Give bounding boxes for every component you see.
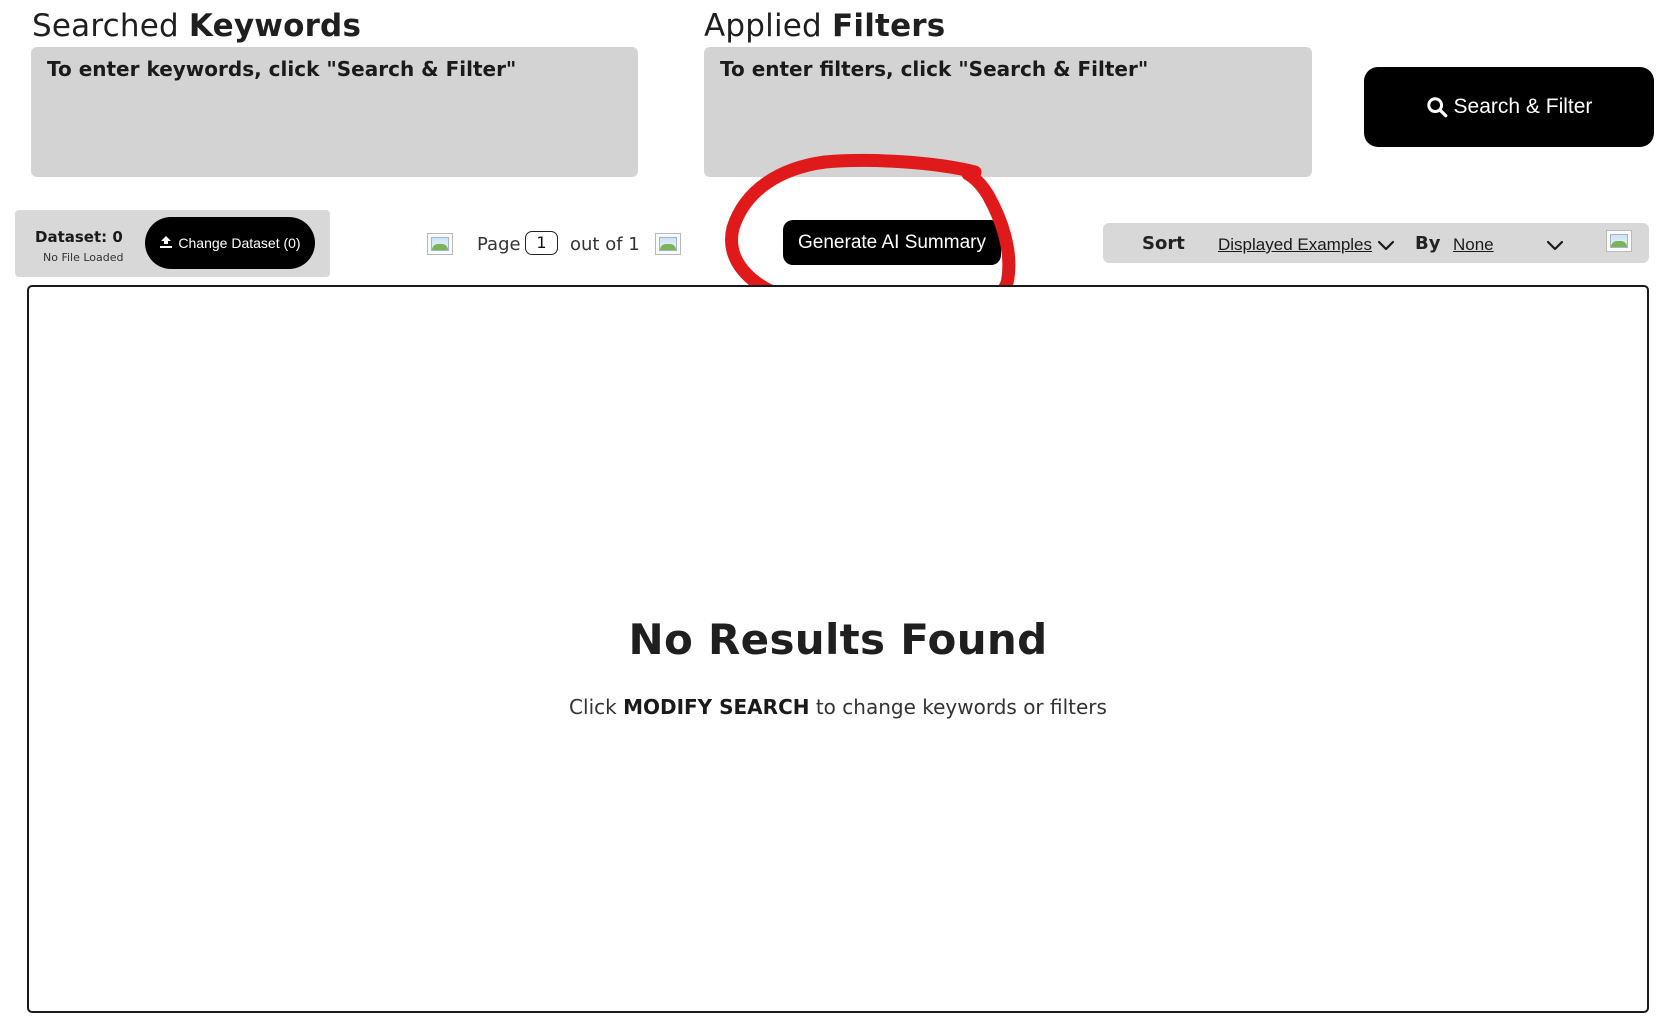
hint-suffix: to change keywords or filters (815, 695, 1107, 719)
upload-icon (159, 235, 173, 252)
sort-by-label: By (1415, 233, 1441, 254)
chevron-down-icon[interactable] (1377, 237, 1395, 256)
results-panel: No Results Found Click MODIFY SEARCH to … (27, 285, 1649, 1013)
dataset-count: Dataset: 0 (35, 228, 123, 246)
sort-direction-broken-image-icon[interactable] (1606, 230, 1632, 252)
search-icon (1426, 96, 1448, 118)
no-results-hint: Click MODIFY SEARCH to change keywords o… (29, 695, 1647, 719)
sort-label: Sort (1142, 233, 1185, 254)
filters-heading-bold: Filters (832, 8, 946, 44)
search-filter-button[interactable]: Search & Filter (1364, 67, 1654, 147)
no-results-title: No Results Found (628, 615, 1048, 664)
dataset-count-value: 0 (112, 228, 123, 246)
page-number-input[interactable]: 1 (525, 231, 558, 255)
sort-bar: Sort Displayed Examples By None (1103, 223, 1649, 263)
change-dataset-button[interactable]: Change Dataset (0) (145, 217, 315, 269)
page-label: Page (477, 234, 521, 255)
hint-prefix: Click (569, 695, 617, 719)
next-page-broken-image-icon[interactable] (655, 233, 681, 255)
generate-ai-summary-button[interactable]: Generate AI Summary (783, 220, 1001, 265)
filters-placeholder: To enter filters, click "Search & Filter… (720, 57, 1149, 81)
filters-heading: Applied Filters (704, 8, 945, 44)
sort-field-dropdown[interactable]: Displayed Examples (1218, 235, 1372, 255)
keywords-box: To enter keywords, click "Search & Filte… (31, 47, 638, 177)
page: Searched Keywords To enter keywords, cli… (0, 0, 1662, 1020)
page-total: out of 1 (570, 234, 640, 255)
generate-ai-summary-label: Generate AI Summary (798, 231, 986, 253)
keywords-heading-bold: Keywords (188, 8, 362, 44)
filters-box: To enter filters, click "Search & Filter… (704, 47, 1312, 177)
keywords-heading: Searched Keywords (32, 8, 361, 44)
chevron-down-icon[interactable] (1546, 237, 1564, 256)
dataset-panel: Dataset: 0 No File Loaded Change Dataset… (15, 210, 330, 277)
sort-by-dropdown[interactable]: None (1453, 235, 1494, 255)
dataset-label: Dataset: (35, 228, 108, 246)
keywords-heading-light: Searched (32, 8, 179, 44)
search-filter-label: Search & Filter (1453, 95, 1593, 118)
keywords-placeholder: To enter keywords, click "Search & Filte… (47, 57, 517, 81)
dataset-status: No File Loaded (43, 251, 124, 264)
hint-modify-search: MODIFY SEARCH (623, 695, 810, 719)
change-dataset-label: Change Dataset (0) (178, 235, 301, 251)
previous-page-broken-image-icon[interactable] (427, 233, 453, 255)
filters-heading-light: Applied (704, 8, 822, 44)
